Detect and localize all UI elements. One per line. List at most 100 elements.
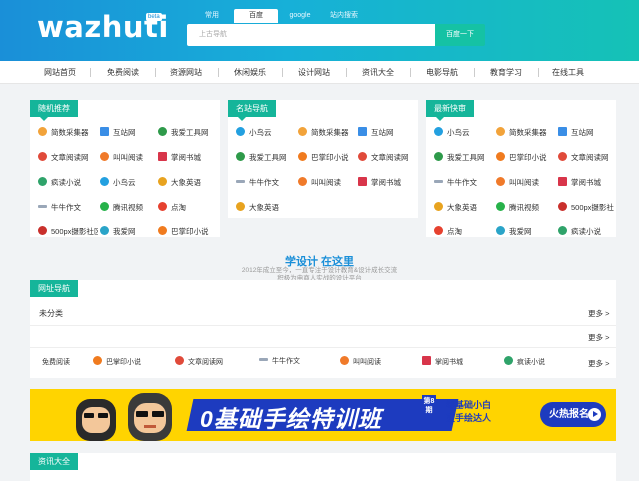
nav-movies[interactable]: 电影导航 (426, 61, 458, 84)
site-link-label: 点淘 (447, 227, 462, 236)
play-icon (496, 202, 505, 211)
site-link-label: 叫叫阅读 (353, 359, 381, 366)
bird-icon (100, 177, 109, 186)
main-nav: 网站首页 免费阅读 资源网站 休闲娱乐 设计网站 资讯大全 电影导航 教育学习 … (0, 61, 639, 84)
target-icon (158, 202, 167, 211)
nav-leisure[interactable]: 休闲娱乐 (234, 61, 266, 84)
more-link[interactable]: 更多 > (588, 358, 609, 369)
site-link[interactable]: 疯读小说 (504, 356, 545, 368)
site-link-label: 我爱网 (509, 227, 532, 236)
nav-design[interactable]: 设计网站 (298, 61, 330, 84)
site-link[interactable]: 小鸟云 (100, 177, 156, 189)
site-link-label: 文章阅读网 (51, 153, 89, 162)
paper-plane-icon (496, 127, 505, 136)
search-tabs: 常用 百度 google 站内搜索 (190, 9, 366, 23)
signup-button-label: 火热报名 (549, 409, 589, 420)
site-link[interactable]: 点淘 (434, 226, 494, 238)
site-link[interactable]: 牛牛作文 (236, 177, 296, 189)
site-link[interactable]: 我爱工具网 (236, 152, 296, 164)
site-link[interactable]: 牛牛作文 (38, 202, 98, 214)
site-link-label: 疯读小说 (571, 227, 601, 236)
site-link[interactable]: 叫叫阅读 (100, 152, 156, 164)
site-link[interactable]: 文章阅读网 (175, 356, 223, 368)
site-link[interactable]: 大象英语 (434, 202, 494, 214)
site-link[interactable]: 500px摄影社区 (558, 202, 614, 214)
site-link[interactable]: 我爱工具网 (434, 152, 494, 164)
paw-icon (496, 152, 505, 161)
slogan-line-1: 2012年成立至今，一直专注于设计教育&设计成长交流 (241, 267, 398, 274)
site-link[interactable]: 文章阅读网 (358, 152, 416, 164)
site-link[interactable]: 我爱网 (100, 226, 156, 238)
site-link[interactable]: 巴掌印小说 (496, 152, 556, 164)
beta-badge: beta (146, 13, 162, 21)
site-link[interactable]: 小鸟云 (236, 127, 296, 139)
site-link[interactable]: 互站网 (100, 127, 156, 139)
search-tab-common[interactable]: 常用 (190, 9, 234, 23)
site-link[interactable]: 简数采集器 (496, 127, 556, 139)
site-link[interactable]: 大象英语 (158, 177, 218, 189)
nav-free-reading[interactable]: 免费阅读 (107, 61, 139, 84)
site-link[interactable]: 掌阅书城 (158, 152, 218, 164)
elephant-icon (236, 202, 245, 211)
wheel-icon (38, 177, 47, 186)
site-link[interactable]: 互站网 (358, 127, 416, 139)
site-link[interactable]: 腾讯视频 (496, 202, 556, 214)
site-link[interactable]: 我爱工具网 (158, 127, 218, 139)
more-link[interactable]: 更多 > (588, 332, 609, 343)
site-link[interactable]: 小鸟云 (434, 127, 494, 139)
card-famous-sites: 名站导航 小鸟云 简数采集器 互站网 我爱工具网 巴掌印小说 文章阅读网 牛牛作… (228, 100, 418, 218)
site-link-label: 牛牛作文 (272, 358, 300, 365)
signup-button[interactable]: 火热报名 (540, 402, 606, 427)
site-link[interactable]: 腾讯视频 (100, 202, 156, 214)
book-icon (558, 177, 567, 186)
site-link-label: 牛牛作文 (249, 178, 279, 187)
nav-home[interactable]: 网站首页 (44, 61, 76, 84)
elephant-icon (434, 202, 443, 211)
search-tab-baidu[interactable]: 百度 (234, 9, 278, 23)
site-link-label: 巴掌印小说 (509, 153, 547, 162)
site-link[interactable]: 掌阅书城 (422, 356, 463, 368)
site-link[interactable]: 巴掌印小说 (93, 356, 141, 368)
bird-icon (434, 127, 443, 136)
site-link[interactable]: 互站网 (558, 127, 614, 139)
site-link[interactable]: 牛牛作文 (434, 177, 494, 189)
search-tab-site[interactable]: 站内搜索 (322, 9, 366, 23)
site-link-label: 掌阅书城 (571, 178, 601, 187)
site-link[interactable]: 简数采集器 (298, 127, 356, 139)
search-input[interactable]: 上古导航 (187, 24, 435, 46)
pen-icon (236, 180, 245, 183)
site-link-label: 叫叫阅读 (113, 153, 143, 162)
more-link[interactable]: 更多 > (588, 308, 609, 319)
site-link-label: 文章阅读网 (571, 153, 609, 162)
site-link[interactable]: 巴掌印小说 (298, 152, 356, 164)
card-title: 最新快审 (426, 100, 474, 121)
site-link[interactable]: 疯读小说 (558, 226, 614, 238)
site-link[interactable]: 点淘 (158, 202, 218, 214)
nav-education[interactable]: 教育学习 (490, 61, 522, 84)
site-link[interactable]: 大象英语 (236, 202, 296, 214)
site-link[interactable]: 疯读小说 (38, 177, 98, 189)
nav-resources[interactable]: 资源网站 (170, 61, 202, 84)
site-link[interactable]: 巴掌印小说 (158, 226, 218, 238)
pen-icon (434, 180, 443, 183)
site-link[interactable]: 掌阅书城 (558, 177, 614, 189)
site-link[interactable]: 掌阅书城 (358, 177, 416, 189)
pen-icon (38, 205, 47, 208)
site-link[interactable]: 叫叫阅读 (298, 177, 356, 189)
site-link[interactable]: 文章阅读网 (38, 152, 98, 164)
search-button[interactable]: 百度一下 (435, 24, 485, 46)
nav-news[interactable]: 资讯大全 (362, 61, 394, 84)
promo-banner[interactable]: 0基础手绘特训班 第8期 零基础小白 变手绘达人 火热报名 (30, 389, 616, 441)
site-link[interactable]: 我爱网 (496, 226, 556, 238)
site-link-label: 叫叫阅读 (509, 178, 539, 187)
site-link[interactable]: 500px摄影社区 (38, 226, 98, 238)
site-link[interactable]: 叫叫阅读 (496, 177, 556, 189)
site-link[interactable]: 叫叫阅读 (340, 356, 381, 368)
site-link[interactable]: 牛牛作文 (259, 356, 300, 368)
elephant-icon (158, 177, 167, 186)
site-link-label: 点淘 (171, 203, 186, 212)
nav-tools[interactable]: 在线工具 (552, 61, 584, 84)
site-link[interactable]: 简数采集器 (38, 127, 98, 139)
site-link[interactable]: 文章阅读网 (558, 152, 614, 164)
search-tab-google[interactable]: google (278, 9, 322, 23)
